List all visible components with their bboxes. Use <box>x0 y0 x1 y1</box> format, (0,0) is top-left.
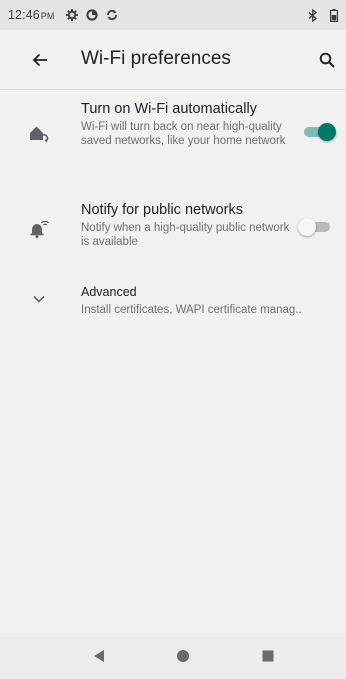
data-saver-icon <box>86 9 99 21</box>
pref-summary: Wi-Fi will turn back on near high-qualit… <box>81 121 286 147</box>
pref-summary: Install certificates, WAPI certificate m… <box>81 304 302 316</box>
wifi-preferences-screen: 12:46PM Wi-Fi preferences Turn on Wi-Fi … <box>0 0 346 679</box>
arrow-back-icon <box>32 53 47 67</box>
app-bar: Wi-Fi preferences <box>0 30 346 90</box>
nav-home-button[interactable] <box>171 644 195 668</box>
search-icon <box>319 52 335 68</box>
search-button[interactable] <box>312 45 342 75</box>
pref-text: Notify for public networks Notify when a… <box>81 202 291 249</box>
status-notification-icons <box>66 9 118 21</box>
settings-gear-icon <box>66 9 79 21</box>
pref-turn-on-wifi-automatically[interactable]: Turn on Wi-Fi automatically Wi-Fi will t… <box>0 90 346 186</box>
toggle-thumb <box>298 218 316 236</box>
back-triangle-icon <box>94 650 104 662</box>
wifi-auto-toggle[interactable] <box>302 123 336 141</box>
nav-back-button[interactable] <box>87 644 111 668</box>
navigation-bar <box>0 633 346 679</box>
status-bar: 12:46PM <box>0 0 346 30</box>
pref-notify-public-networks[interactable]: Notify for public networks Notify when a… <box>0 190 346 266</box>
pref-title: Turn on Wi-Fi automatically <box>81 101 257 117</box>
bluetooth-icon <box>308 8 318 22</box>
status-system-icons <box>308 8 338 22</box>
status-time: 12:46PM <box>8 8 54 22</box>
back-button[interactable] <box>25 45 55 75</box>
nav-recents-button[interactable] <box>256 644 280 668</box>
toggle-thumb <box>318 123 336 141</box>
sync-icon <box>107 9 118 21</box>
pref-text: Advanced Install certificates, WAPI cert… <box>81 284 343 317</box>
notify-public-toggle[interactable] <box>298 218 332 236</box>
pref-title: Advanced <box>81 285 137 299</box>
status-time-value: 12:46 <box>8 8 40 22</box>
wifi-notification-icon <box>28 217 50 239</box>
chevron-down-icon <box>28 288 50 310</box>
recents-square-icon <box>262 650 274 662</box>
wifi-auto-home-icon <box>28 123 50 145</box>
status-time-ampm: PM <box>40 11 55 21</box>
pref-summary: Notify when a high-quality public networ… <box>81 222 290 248</box>
pref-title: Notify for public networks <box>81 202 243 218</box>
pref-advanced[interactable]: Advanced Install certificates, WAPI cert… <box>0 274 346 330</box>
pref-text: Turn on Wi-Fi automatically Wi-Fi will t… <box>81 101 291 148</box>
home-circle-icon <box>177 650 189 662</box>
page-title: Wi-Fi preferences <box>81 48 231 69</box>
battery-icon <box>330 8 338 22</box>
